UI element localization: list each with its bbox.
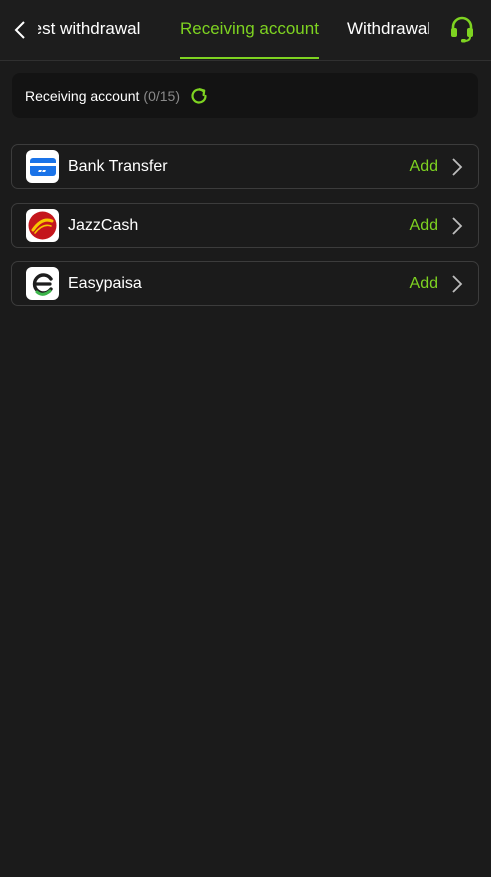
bank-card-icon <box>26 150 59 183</box>
chevron-right-icon <box>452 158 463 176</box>
tab-bar: Request withdrawal Receiving account Wit… <box>38 0 433 60</box>
method-name: Easypaisa <box>68 275 142 292</box>
jazzcash-logo <box>26 209 59 242</box>
tab-bar-edge <box>429 0 433 60</box>
add-button[interactable]: Add <box>410 204 438 247</box>
headset-icon <box>451 16 473 43</box>
method-name: JazzCash <box>68 217 139 234</box>
customer-support-button[interactable] <box>447 14 477 44</box>
add-button[interactable]: Add <box>410 145 438 188</box>
top-nav-bar: Request withdrawal Receiving account Wit… <box>0 0 491 61</box>
counter-label: Receiving account <box>25 87 140 104</box>
receiving-account-counter: Receiving account (0/15) <box>12 73 478 118</box>
easypaisa-logo <box>26 267 59 300</box>
active-tab-indicator <box>180 57 319 59</box>
tab-request-withdrawal[interactable]: Request withdrawal <box>38 0 140 60</box>
account-count: (0/15) <box>143 87 180 104</box>
list-item-easypaisa[interactable]: Easypaisa Add <box>11 261 479 306</box>
method-name: Bank Transfer <box>68 158 168 175</box>
chevron-right-icon <box>452 217 463 235</box>
tab-receiving-account[interactable]: Receiving account <box>180 0 319 60</box>
tab-withdrawal-records[interactable]: Withdrawal Records <box>347 0 433 60</box>
refresh-icon[interactable] <box>188 85 210 107</box>
payment-method-list: Bank Transfer Add JazzCash Add Easypaisa… <box>0 132 491 877</box>
chevron-left-icon <box>14 21 25 39</box>
chevron-right-icon <box>452 275 463 293</box>
list-item-bank-transfer[interactable]: Bank Transfer Add <box>11 144 479 189</box>
add-button[interactable]: Add <box>410 262 438 305</box>
list-item-jazzcash[interactable]: JazzCash Add <box>11 203 479 248</box>
tab-label: Receiving account <box>180 19 319 38</box>
back-button[interactable] <box>6 14 34 46</box>
